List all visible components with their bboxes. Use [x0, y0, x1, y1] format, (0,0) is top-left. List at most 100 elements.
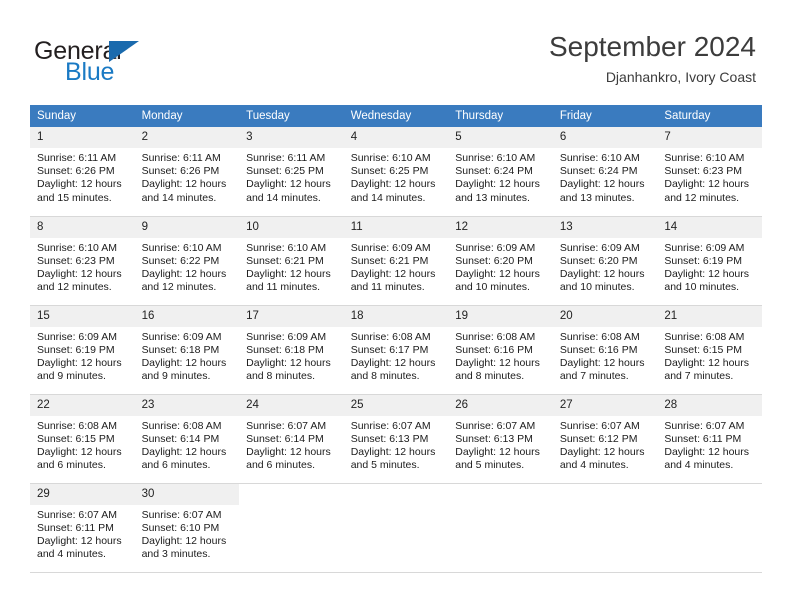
sunrise-text: Sunrise: 6:07 AM — [246, 419, 327, 432]
sunrise-text: Sunrise: 6:08 AM — [455, 330, 536, 343]
sunset-text: Sunset: 6:14 PM — [141, 432, 220, 445]
day-cell[interactable]: 15 Sunrise: 6:09 AM Sunset: 6:19 PM Dayl… — [30, 305, 135, 395]
daylight-text-line1: Daylight: 12 hours — [350, 178, 436, 191]
daylight-text-line2: and 9 minutes. — [37, 370, 106, 383]
day-details: Sunrise: 6:08 AM Sunset: 6:16 PM Dayligh… — [448, 327, 553, 384]
sunrise-text: Sunrise: 6:11 AM — [246, 152, 326, 164]
day-number: 18 — [343, 305, 449, 327]
daylight-text-line2: and 7 minutes. — [664, 370, 734, 383]
day-cell[interactable]: 4 Sunrise: 6:10 AM Sunset: 6:25 PM Dayli… — [343, 127, 449, 217]
daylight-text-line2: and 11 minutes. — [350, 281, 425, 294]
sunset-text: Sunset: 6:20 PM — [559, 254, 638, 267]
brand-logo: General Blue — [34, 38, 214, 86]
weekday-header-wednesday: Wednesday — [343, 105, 449, 127]
day-details: Sunrise: 6:07 AM Sunset: 6:13 PM Dayligh… — [344, 416, 449, 473]
daylight-text-line1: Daylight: 12 hours — [350, 356, 436, 369]
day-cell[interactable]: 14 Sunrise: 6:09 AM Sunset: 6:19 PM Dayl… — [657, 216, 762, 306]
day-number — [344, 484, 449, 505]
day-cell[interactable]: 28 Sunrise: 6:07 AM Sunset: 6:11 PM Dayl… — [657, 394, 762, 484]
day-cell[interactable]: 29 Sunrise: 6:07 AM Sunset: 6:11 PM Dayl… — [30, 483, 135, 573]
calendar-body: 1 Sunrise: 6:11 AM Sunset: 6:26 PM Dayli… — [30, 127, 762, 573]
sunset-text: Sunset: 6:13 PM — [350, 432, 429, 445]
sunset-text: Sunset: 6:16 PM — [455, 343, 533, 356]
day-cell[interactable]: 5 Sunrise: 6:10 AM Sunset: 6:24 PM Dayli… — [448, 127, 553, 217]
day-details: Sunrise: 6:07 AM Sunset: 6:14 PM Dayligh… — [239, 416, 344, 473]
day-number: 9 — [134, 216, 240, 238]
daylight-text-line2: and 8 minutes. — [350, 370, 420, 383]
day-cell[interactable]: 1 Sunrise: 6:11 AM Sunset: 6:26 PM Dayli… — [30, 127, 135, 217]
daylight-text-line2: and 11 minutes. — [246, 281, 321, 294]
day-cell[interactable]: 25 Sunrise: 6:07 AM Sunset: 6:13 PM Dayl… — [343, 394, 449, 484]
day-cell[interactable]: 24 Sunrise: 6:07 AM Sunset: 6:14 PM Dayl… — [239, 394, 344, 484]
day-cell[interactable]: 13 Sunrise: 6:09 AM Sunset: 6:20 PM Dayl… — [552, 216, 658, 306]
day-number — [239, 484, 344, 505]
weekday-header-thursday: Thursday — [448, 105, 553, 127]
day-details: Sunrise: 6:10 AM Sunset: 6:23 PM Dayligh… — [30, 238, 135, 295]
brand-name-bottom: Blue — [65, 58, 115, 86]
day-cell-empty — [448, 483, 553, 573]
daylight-text-line1: Daylight: 12 hours — [246, 267, 331, 280]
sunset-text: Sunset: 6:25 PM — [350, 165, 429, 178]
day-cell[interactable]: 19 Sunrise: 6:08 AM Sunset: 6:16 PM Dayl… — [448, 305, 553, 395]
sunrise-text: Sunrise: 6:07 AM — [559, 419, 640, 432]
day-cell[interactable]: 9 Sunrise: 6:10 AM Sunset: 6:22 PM Dayli… — [134, 216, 240, 306]
daylight-text-line1: Daylight: 12 hours — [37, 178, 122, 191]
sunrise-text: Sunrise: 6:09 AM — [246, 330, 327, 343]
day-cell[interactable]: 22 Sunrise: 6:08 AM Sunset: 6:15 PM Dayl… — [30, 394, 135, 484]
daylight-text-line1: Daylight: 12 hours — [37, 534, 122, 547]
day-number — [657, 484, 762, 505]
day-details: Sunrise: 6:09 AM Sunset: 6:21 PM Dayligh… — [344, 238, 449, 295]
sunrise-text: Sunrise: 6:07 AM — [664, 419, 745, 432]
daylight-text-line1: Daylight: 12 hours — [37, 356, 122, 369]
daylight-text-line2: and 10 minutes. — [559, 281, 635, 294]
day-details: Sunrise: 6:08 AM Sunset: 6:15 PM Dayligh… — [657, 327, 762, 384]
sunset-text: Sunset: 6:24 PM — [559, 165, 638, 178]
day-details: Sunrise: 6:10 AM Sunset: 6:22 PM Dayligh… — [135, 238, 240, 295]
day-number: 29 — [30, 483, 135, 505]
sunset-text: Sunset: 6:23 PM — [664, 165, 743, 178]
day-cell[interactable]: 23 Sunrise: 6:08 AM Sunset: 6:14 PM Dayl… — [134, 394, 240, 484]
sunset-text: Sunset: 6:25 PM — [246, 165, 324, 178]
day-details: Sunrise: 6:09 AM Sunset: 6:19 PM Dayligh… — [30, 327, 135, 384]
day-cell[interactable]: 12 Sunrise: 6:09 AM Sunset: 6:20 PM Dayl… — [448, 216, 553, 306]
day-cell[interactable]: 27 Sunrise: 6:07 AM Sunset: 6:12 PM Dayl… — [552, 394, 658, 484]
day-details: Sunrise: 6:09 AM Sunset: 6:20 PM Dayligh… — [553, 238, 658, 295]
day-cell[interactable]: 20 Sunrise: 6:08 AM Sunset: 6:16 PM Dayl… — [552, 305, 658, 395]
day-number: 5 — [448, 127, 553, 148]
daylight-text-line1: Daylight: 12 hours — [246, 356, 331, 369]
day-cell[interactable]: 2 Sunrise: 6:11 AM Sunset: 6:26 PM Dayli… — [134, 127, 240, 217]
daylight-text-line1: Daylight: 12 hours — [559, 178, 645, 191]
day-cell[interactable]: 8 Sunrise: 6:10 AM Sunset: 6:23 PM Dayli… — [30, 216, 135, 306]
day-details: Sunrise: 6:07 AM Sunset: 6:11 PM Dayligh… — [657, 416, 762, 473]
day-cell[interactable]: 26 Sunrise: 6:07 AM Sunset: 6:13 PM Dayl… — [448, 394, 553, 484]
day-cell[interactable]: 7 Sunrise: 6:10 AM Sunset: 6:23 PM Dayli… — [657, 127, 762, 217]
day-cell[interactable]: 6 Sunrise: 6:10 AM Sunset: 6:24 PM Dayli… — [552, 127, 658, 217]
day-details: Sunrise: 6:11 AM Sunset: 6:26 PM Dayligh… — [30, 148, 135, 205]
day-cell[interactable]: 17 Sunrise: 6:09 AM Sunset: 6:18 PM Dayl… — [239, 305, 344, 395]
day-cell[interactable]: 11 Sunrise: 6:09 AM Sunset: 6:21 PM Dayl… — [343, 216, 449, 306]
day-cell[interactable]: 3 Sunrise: 6:11 AM Sunset: 6:25 PM Dayli… — [239, 127, 344, 217]
week-row: 22 Sunrise: 6:08 AM Sunset: 6:15 PM Dayl… — [30, 394, 762, 484]
day-cell[interactable]: 18 Sunrise: 6:08 AM Sunset: 6:17 PM Dayl… — [343, 305, 449, 395]
day-number: 14 — [657, 216, 762, 238]
sunset-text: Sunset: 6:17 PM — [350, 343, 429, 356]
day-cell[interactable]: 16 Sunrise: 6:09 AM Sunset: 6:18 PM Dayl… — [134, 305, 240, 395]
sunrise-text: Sunrise: 6:08 AM — [664, 330, 745, 343]
day-number: 10 — [239, 216, 344, 238]
day-cell[interactable]: 30 Sunrise: 6:07 AM Sunset: 6:10 PM Dayl… — [134, 483, 240, 573]
day-details: Sunrise: 6:07 AM Sunset: 6:12 PM Dayligh… — [553, 416, 658, 473]
day-number: 27 — [552, 394, 658, 416]
day-number: 26 — [448, 394, 553, 416]
daylight-text-line2: and 8 minutes. — [246, 370, 316, 383]
day-details: Sunrise: 6:11 AM Sunset: 6:25 PM Dayligh… — [239, 148, 344, 205]
daylight-text-line1: Daylight: 12 hours — [350, 445, 436, 458]
day-cell[interactable]: 10 Sunrise: 6:10 AM Sunset: 6:21 PM Dayl… — [239, 216, 344, 306]
day-number: 21 — [657, 305, 762, 327]
day-details: Sunrise: 6:07 AM Sunset: 6:11 PM Dayligh… — [30, 505, 135, 562]
day-number: 2 — [134, 127, 240, 148]
sunrise-text: Sunrise: 6:10 AM — [37, 241, 117, 254]
calendar-table: Sunday Monday Tuesday Wednesday Thursday… — [30, 105, 762, 573]
day-cell[interactable]: 21 Sunrise: 6:08 AM Sunset: 6:15 PM Dayl… — [657, 305, 762, 395]
day-details: Sunrise: 6:10 AM Sunset: 6:23 PM Dayligh… — [657, 148, 762, 205]
sunset-text: Sunset: 6:15 PM — [37, 432, 115, 445]
